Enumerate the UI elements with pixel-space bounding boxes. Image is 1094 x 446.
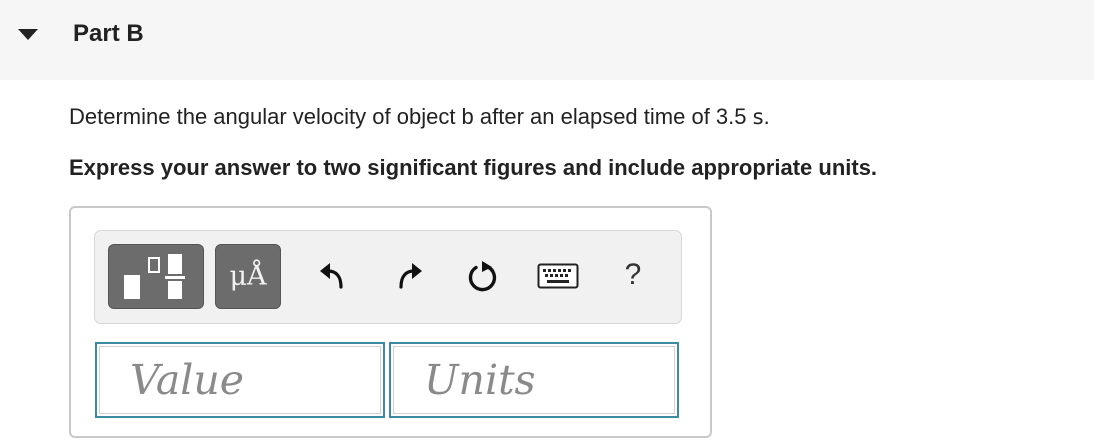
- keyboard-icon: [537, 263, 579, 289]
- answer-instruction: Express your answer to two significant f…: [69, 155, 878, 180]
- units-field: [389, 342, 679, 418]
- undo-button[interactable]: [317, 259, 351, 293]
- redo-arrow-icon: [399, 263, 422, 289]
- undo-arrow-icon: [320, 263, 343, 289]
- question-unit: s: [752, 105, 764, 129]
- help-button[interactable]: ?: [615, 255, 651, 295]
- value-input[interactable]: [97, 344, 383, 416]
- keyboard-button[interactable]: [537, 263, 579, 289]
- value-field: [95, 342, 385, 418]
- units-input[interactable]: [391, 344, 677, 416]
- redo-button[interactable]: [391, 259, 425, 293]
- fraction-templates-icon: [124, 253, 185, 299]
- collapse-caret-icon[interactable]: [18, 29, 38, 40]
- answer-box: μÅ ? Value Units: [69, 206, 712, 438]
- units-button[interactable]: μÅ: [215, 244, 281, 309]
- reset-button[interactable]: [465, 259, 501, 295]
- part-header[interactable]: Part B: [0, 0, 1094, 80]
- templates-button[interactable]: [108, 244, 204, 309]
- part-title: Part B: [73, 20, 144, 47]
- question-end: .: [763, 104, 770, 129]
- question-body: Determine the angular velocity of object…: [69, 104, 753, 129]
- reset-icon: [468, 261, 497, 292]
- math-toolbar: μÅ ?: [94, 230, 682, 324]
- question-text: Determine the angular velocity of object…: [69, 104, 770, 130]
